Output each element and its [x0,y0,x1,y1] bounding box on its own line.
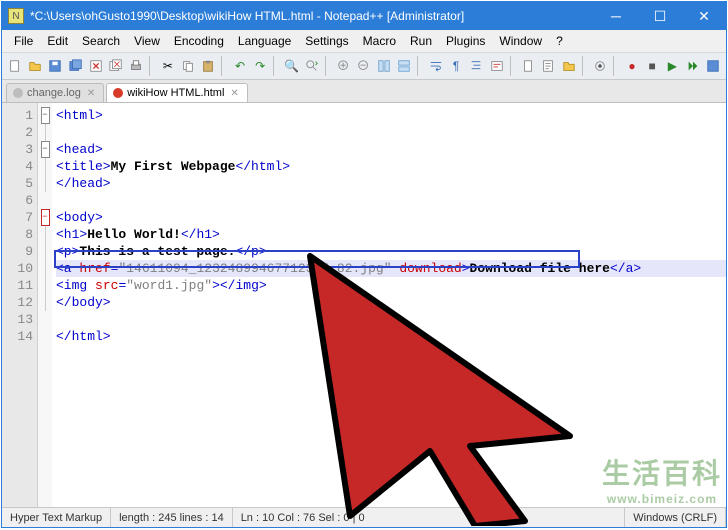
zoom-in-icon[interactable] [335,56,353,76]
code-line[interactable] [56,192,726,209]
code-line[interactable]: <img src="word1.jpg"></img> [56,277,726,294]
tab-label: wikiHow HTML.html [127,87,224,99]
code-line[interactable] [56,124,726,141]
tab-change-log[interactable]: change.log ✕ [6,83,104,102]
func-list-icon[interactable] [539,56,557,76]
code-line[interactable]: <a href="14611094_12324899467712345_82.j… [56,260,726,277]
paste-icon[interactable] [199,56,217,76]
status-eol: Windows (CRLF) [625,508,726,527]
code-line[interactable]: <html> [56,107,726,124]
doc-map-icon[interactable] [519,56,537,76]
monitor-icon[interactable] [591,56,609,76]
code-line[interactable]: </body> [56,294,726,311]
menu-plugins[interactable]: Plugins [440,32,491,50]
menu-macro[interactable]: Macro [357,32,402,50]
menu-language[interactable]: Language [232,32,297,50]
cut-icon[interactable]: ✂ [159,56,177,76]
close-button[interactable]: ✕ [682,2,726,30]
code-line[interactable]: <body> [56,209,726,226]
print-icon[interactable] [127,56,145,76]
watermark: 生活百科 www.bimeiz.com [602,452,722,506]
titlebar[interactable]: N *C:\Users\ohGusto1990\Desktop\wikiHow … [2,2,726,30]
menu-run[interactable]: Run [404,32,438,50]
statusbar: Hyper Text Markup length : 245 lines : 1… [2,507,726,527]
window-title: *C:\Users\ohGusto1990\Desktop\wikiHow HT… [30,9,594,23]
tab-status-icon [13,88,23,98]
record-icon[interactable]: ● [623,56,641,76]
new-file-icon[interactable] [6,56,24,76]
tab-wikihow-html[interactable]: wikiHow HTML.html ✕ [106,83,248,102]
play-icon[interactable]: ▶ [663,56,681,76]
save-macro-icon[interactable] [704,56,722,76]
menubar: File Edit Search View Encoding Language … [2,30,726,53]
menu-settings[interactable]: Settings [299,32,354,50]
menu-search[interactable]: Search [76,32,126,50]
save-all-icon[interactable] [67,56,85,76]
maximize-button[interactable]: ☐ [638,2,682,30]
save-icon[interactable] [46,56,64,76]
code-line[interactable]: <p>This is a test page.</p> [56,243,726,260]
tab-label: change.log [27,87,81,99]
sync-h-icon[interactable] [395,56,413,76]
wordwrap-icon[interactable] [427,56,445,76]
sync-v-icon[interactable] [375,56,393,76]
code-line[interactable]: <title>My First Webpage</html> [56,158,726,175]
menu-file[interactable]: File [8,32,39,50]
find-icon[interactable]: 🔍 [283,56,301,76]
status-length: length : 245 lines : 14 [111,508,233,527]
play-multi-icon[interactable] [683,56,701,76]
open-file-icon[interactable] [26,56,44,76]
replace-icon[interactable] [303,56,321,76]
close-all-icon[interactable] [107,56,125,76]
code-line[interactable]: </html> [56,328,726,345]
menu-encoding[interactable]: Encoding [168,32,230,50]
status-position: Ln : 10 Col : 76 Sel : 0 | 0 [233,508,626,527]
tab-close-icon[interactable]: ✕ [87,88,95,99]
code-line[interactable]: <h1>Hello World!</h1> [56,226,726,243]
menu-help[interactable]: ? [550,32,569,50]
copy-icon[interactable] [179,56,197,76]
zoom-out-icon[interactable] [355,56,373,76]
tab-close-icon[interactable]: ✕ [230,88,238,99]
code-line[interactable] [56,311,726,328]
indent-guide-icon[interactable] [467,56,485,76]
tabbar: change.log ✕ wikiHow HTML.html ✕ [2,80,726,103]
app-window: N *C:\Users\ohGusto1990\Desktop\wikiHow … [1,1,727,528]
minimize-button[interactable]: ─ [594,2,638,30]
folder-icon[interactable] [560,56,578,76]
close-file-icon[interactable] [87,56,105,76]
tab-status-icon [113,88,123,98]
code-line[interactable]: <head> [56,141,726,158]
status-language: Hyper Text Markup [2,508,111,527]
redo-icon[interactable]: ↷ [251,56,269,76]
toolbar: ✂ ↶ ↷ 🔍 ¶ ● ■ ▶ [2,53,726,80]
editor[interactable]: 1234567891011121314 −−− <html> <head><tit… [2,103,726,507]
menu-view[interactable]: View [128,32,166,50]
user-lang-icon[interactable] [487,56,505,76]
app-icon: N [8,8,24,24]
window-controls: ─ ☐ ✕ [594,2,726,30]
fold-column[interactable]: −−− [38,103,52,507]
menu-window[interactable]: Window [493,32,548,50]
code-line[interactable]: </head> [56,175,726,192]
stop-icon[interactable]: ■ [643,56,661,76]
menu-edit[interactable]: Edit [41,32,74,50]
line-gutter: 1234567891011121314 [2,103,38,507]
code-area[interactable]: <html> <head><title>My First Webpage</htm… [52,103,726,507]
show-chars-icon[interactable]: ¶ [447,56,465,76]
undo-icon[interactable]: ↶ [231,56,249,76]
